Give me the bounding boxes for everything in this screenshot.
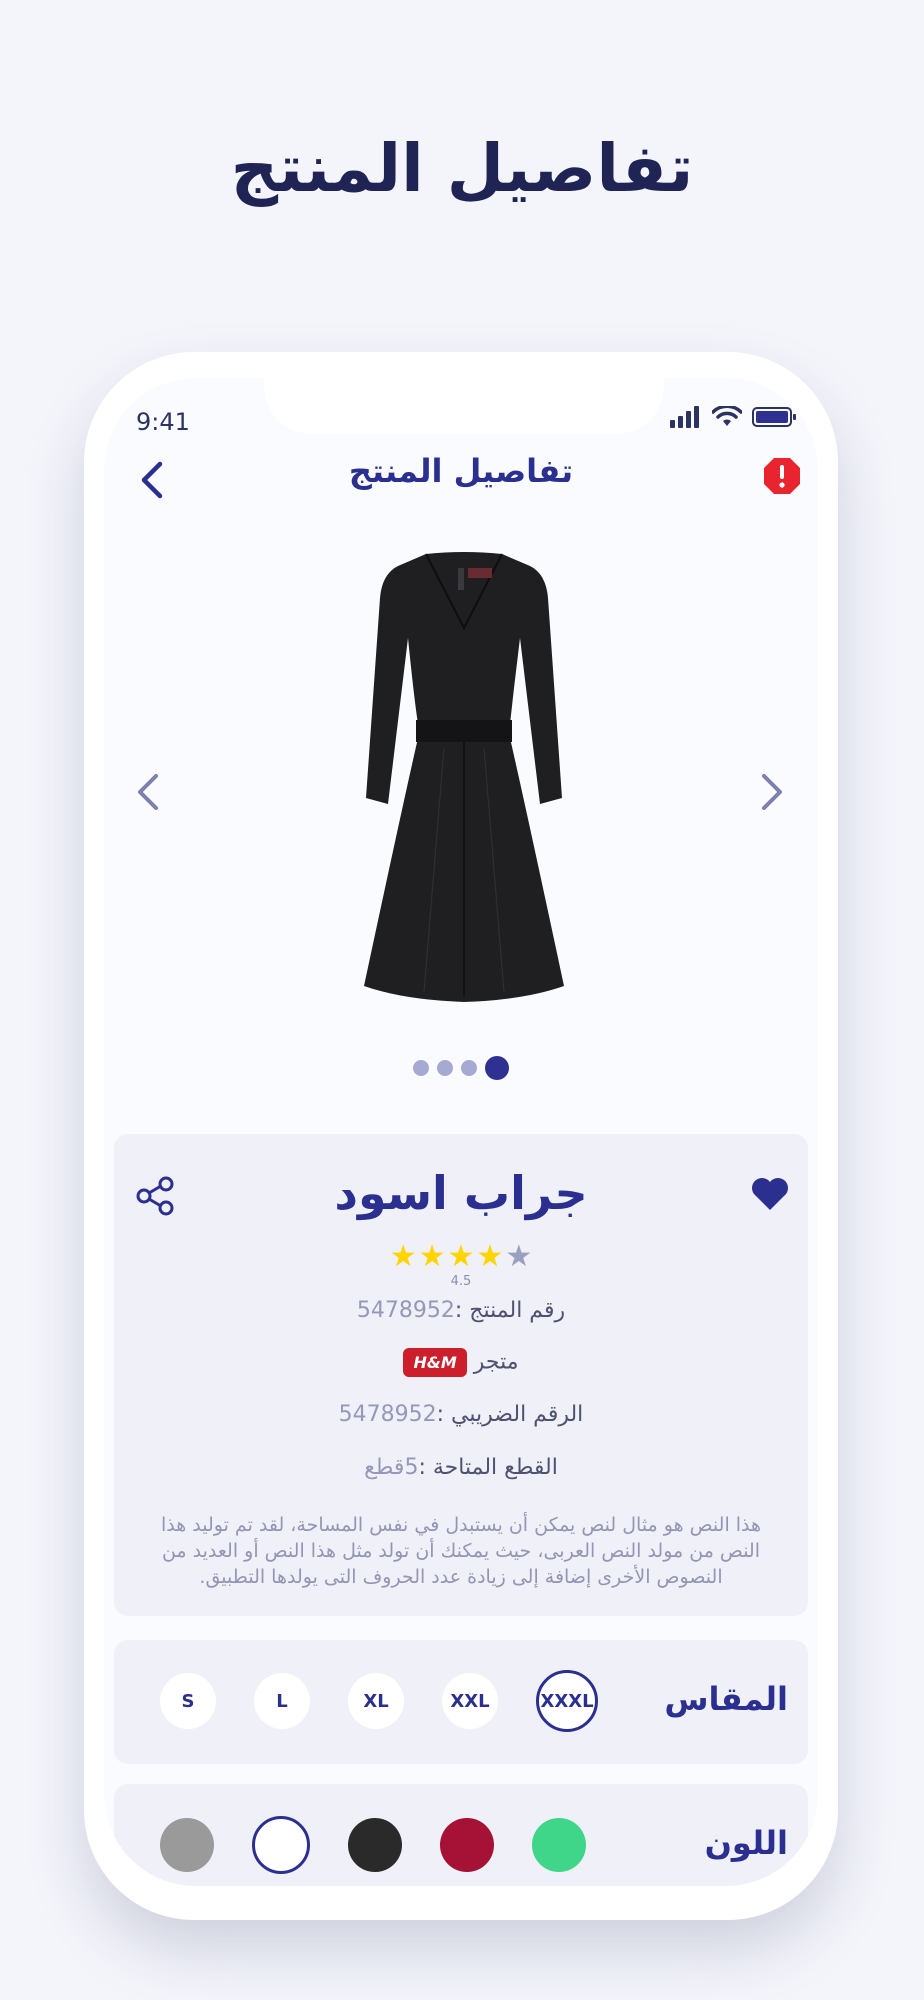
star-icon: ★ xyxy=(389,1239,417,1274)
status-time: 9:41 xyxy=(136,408,190,436)
size-section: S L XL XXL XXXL المقاس xyxy=(114,1640,808,1764)
store-brand-badge[interactable]: H&M xyxy=(403,1348,467,1377)
alert-octagon-icon xyxy=(764,458,800,494)
size-label: المقاس xyxy=(664,1680,788,1718)
stock-value: 5قطع xyxy=(364,1455,419,1480)
color-section: اللون xyxy=(114,1784,808,1886)
tax-number-value: 5478952 xyxy=(338,1402,437,1427)
color-swatch-gray[interactable] xyxy=(160,1818,214,1872)
gallery-dots xyxy=(104,1056,818,1080)
wifi-icon xyxy=(712,406,742,426)
color-swatch-white[interactable] xyxy=(252,1816,310,1874)
size-option-xxl[interactable]: XXL xyxy=(442,1673,498,1729)
chevron-right-icon xyxy=(762,774,782,810)
stock-row: القطع المتاحة :5قطع xyxy=(114,1455,808,1480)
color-swatch-black[interactable] xyxy=(348,1818,402,1872)
stock-label: القطع المتاحة : xyxy=(418,1455,558,1480)
phone-notch xyxy=(264,378,664,434)
rating-value: 4.5 xyxy=(450,1274,472,1289)
chevron-left-icon xyxy=(138,774,158,810)
color-swatch-red[interactable] xyxy=(440,1818,494,1872)
app-screen: 9:41 تفاصيل المنتج جراب اسود ★ ★ ★ ★ ★ 4… xyxy=(104,378,818,1886)
tax-number-label: الرقم الضريبي : xyxy=(436,1402,584,1427)
gallery-prev-button[interactable] xyxy=(124,762,174,822)
size-option-xl[interactable]: XL xyxy=(348,1673,404,1729)
product-description: هذا النص هو مثال لنص يمكن أن يستبدل في ن… xyxy=(160,1514,762,1588)
store-row: متجر H&M xyxy=(114,1348,808,1377)
gallery-dot[interactable] xyxy=(413,1060,429,1076)
product-number-row: رقم المنتج :5478952 xyxy=(114,1298,808,1323)
star-icon: ★ xyxy=(418,1239,446,1274)
phone-frame: 9:41 تفاصيل المنتج جراب اسود ★ ★ ★ ★ ★ 4… xyxy=(84,352,838,1920)
color-options xyxy=(160,1816,586,1874)
color-swatch-green[interactable] xyxy=(532,1818,586,1872)
gallery-dot[interactable] xyxy=(461,1060,477,1076)
size-option-xxxl[interactable]: XXXL xyxy=(536,1670,598,1732)
product-number-label: رقم المنتج : xyxy=(454,1298,566,1323)
star-icon: ★ xyxy=(447,1239,475,1274)
battery-icon xyxy=(752,407,796,427)
star-empty-icon: ★ xyxy=(505,1239,533,1274)
color-label: اللون xyxy=(704,1824,788,1862)
gallery-dot[interactable] xyxy=(437,1060,453,1076)
product-name: جراب اسود xyxy=(334,1166,588,1220)
product-info-card: جراب اسود ★ ★ ★ ★ ★ 4.5 رقم المنتج :5478… xyxy=(114,1134,808,1616)
signal-icon xyxy=(670,406,699,428)
size-option-s[interactable]: S xyxy=(160,1673,216,1729)
tax-number-row: الرقم الضريبي :5478952 xyxy=(114,1402,808,1427)
store-label: متجر xyxy=(473,1349,519,1375)
gallery-next-button[interactable] xyxy=(746,762,796,822)
page-title: تفاصيل المنتج xyxy=(230,130,694,207)
star-rating: ★ ★ ★ ★ ★ xyxy=(114,1242,808,1272)
product-number-value: 5478952 xyxy=(356,1298,455,1323)
status-icons xyxy=(670,406,798,428)
product-image xyxy=(364,552,564,1002)
gallery-dot-active[interactable] xyxy=(485,1056,509,1080)
size-option-l[interactable]: L xyxy=(254,1673,310,1729)
size-options: S L XL XXL XXXL xyxy=(160,1670,598,1732)
star-icon: ★ xyxy=(476,1239,504,1274)
report-button[interactable] xyxy=(762,456,802,496)
nav-title: تفاصيل المنتج xyxy=(348,452,574,490)
